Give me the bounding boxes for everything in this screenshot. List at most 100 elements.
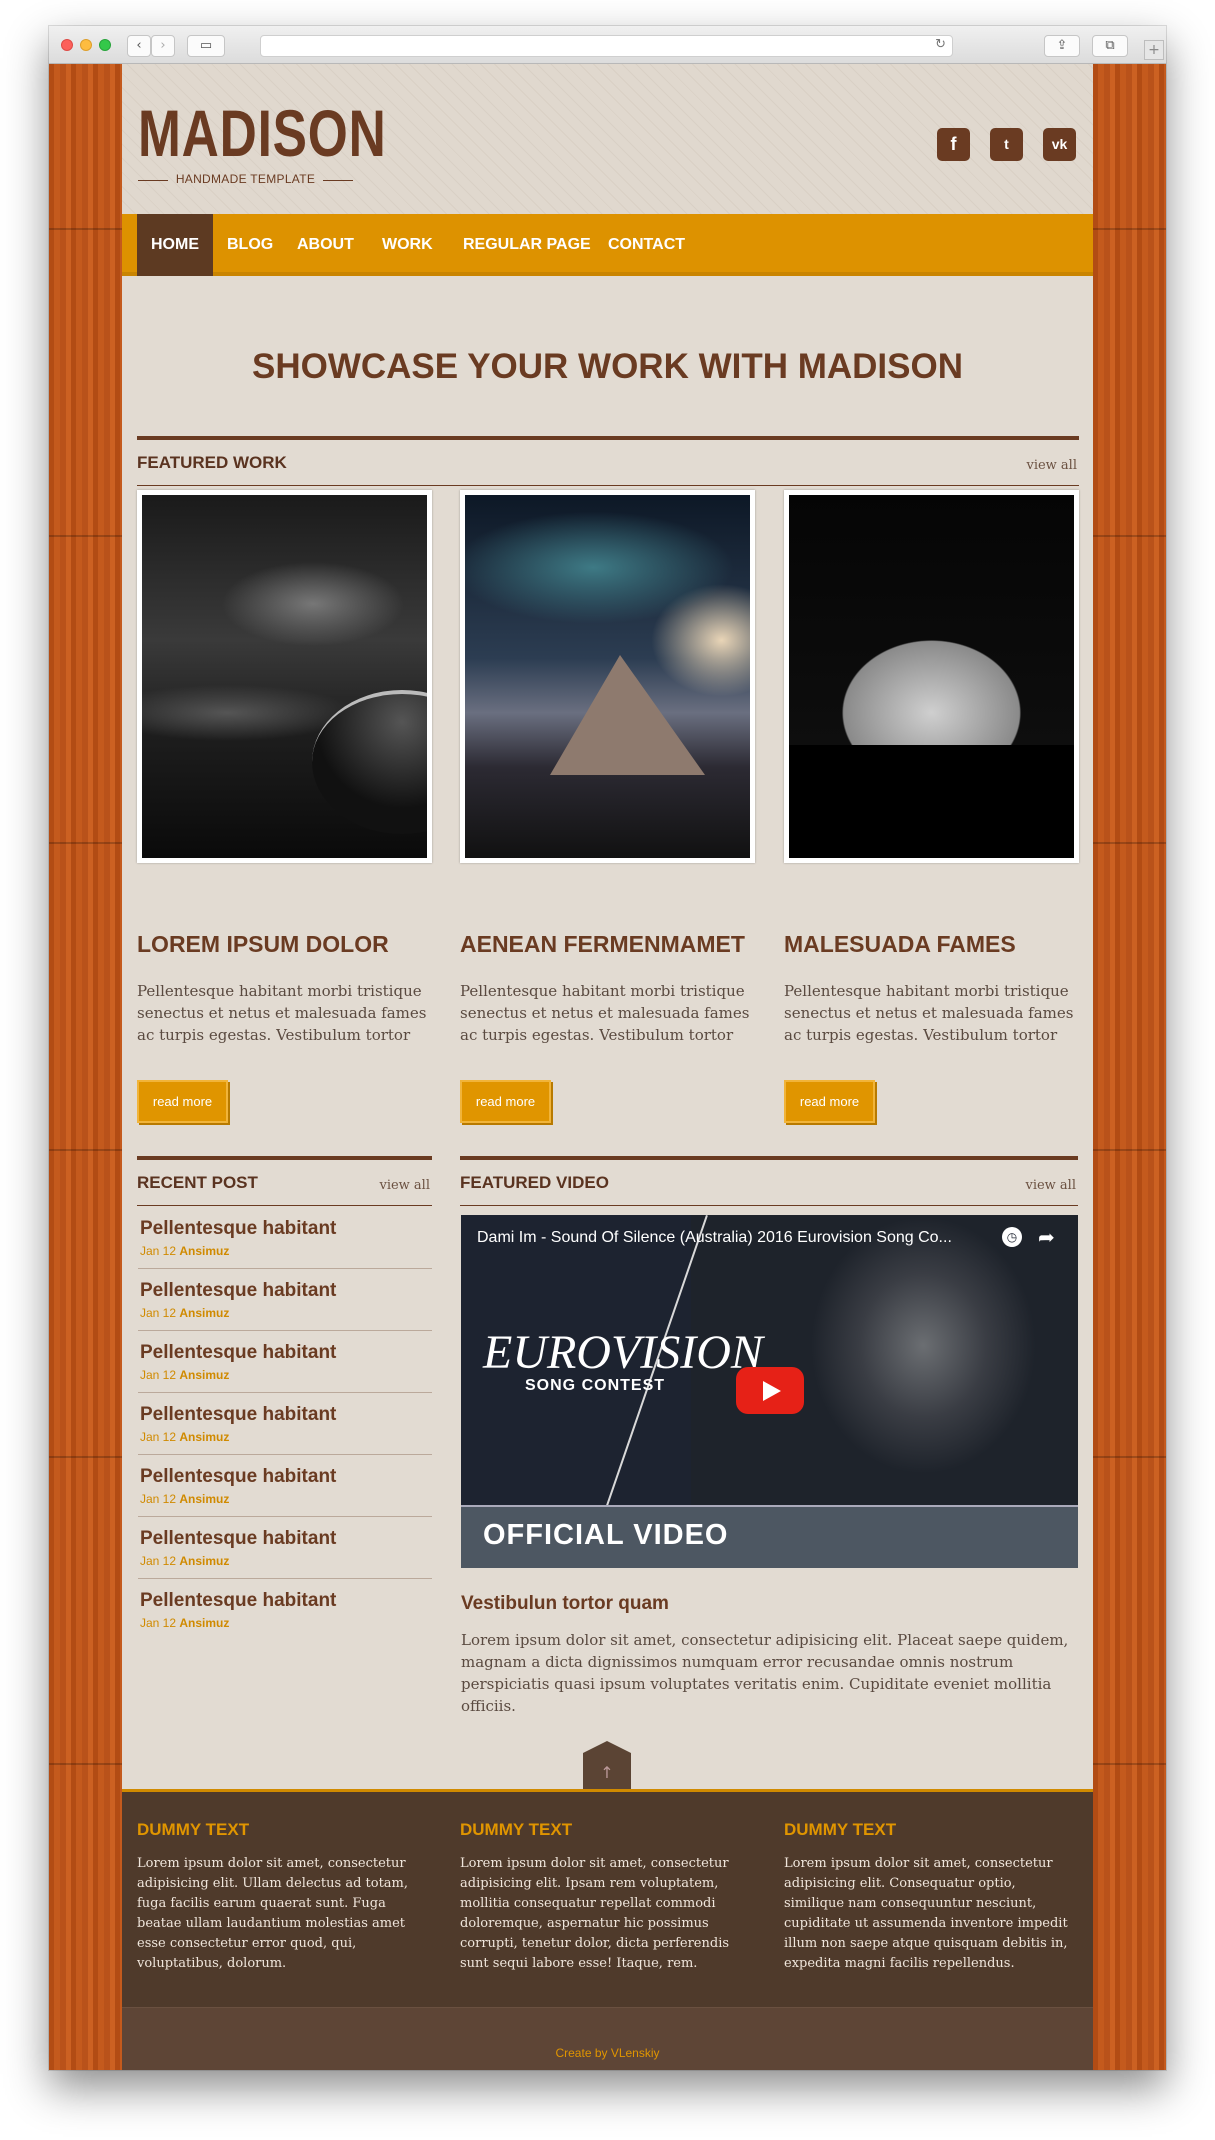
share-icon[interactable]: ➦ bbox=[1038, 1225, 1055, 1249]
post-date: Jan 12 bbox=[140, 1306, 177, 1320]
post-title[interactable]: Pellentesque habitant bbox=[140, 1590, 336, 1612]
post-author[interactable]: Ansimuz bbox=[179, 1554, 229, 1568]
copyright-bar bbox=[122, 2007, 1093, 2070]
post-title[interactable]: Pellentesque habitant bbox=[140, 1280, 336, 1302]
work-title-1[interactable]: LOREM IPSUM DOLOR bbox=[137, 931, 389, 958]
wood-panel-right bbox=[1093, 64, 1166, 2070]
nav-regular-page[interactable]: REGULAR PAGE bbox=[463, 214, 591, 276]
video-banner-text: OFFICIAL VIDEO bbox=[483, 1519, 729, 1551]
post-title[interactable]: Pellentesque habitant bbox=[140, 1404, 336, 1426]
post-author[interactable]: Ansimuz bbox=[179, 1306, 229, 1320]
new-tab-button[interactable]: + bbox=[1144, 40, 1164, 60]
work-image-1[interactable] bbox=[137, 490, 432, 863]
list-item[interactable]: Pellentesque habitant Jan 12 Ansimuz bbox=[138, 1579, 432, 1641]
sidebar-button[interactable]: ▭ bbox=[187, 35, 225, 57]
forward-icon: › bbox=[160, 38, 166, 53]
read-more-button-1[interactable]: read more bbox=[137, 1080, 228, 1123]
post-meta: Jan 12 Ansimuz bbox=[140, 1554, 229, 1568]
share-button[interactable]: ⇪ bbox=[1044, 35, 1080, 57]
post-title[interactable]: Pellentesque habitant bbox=[140, 1218, 336, 1240]
post-date: Jan 12 bbox=[140, 1616, 177, 1630]
post-date: Jan 12 bbox=[140, 1244, 177, 1258]
work-image-2[interactable] bbox=[460, 490, 755, 863]
work-photo-1 bbox=[142, 495, 427, 858]
vk-icon[interactable]: vk bbox=[1043, 128, 1076, 161]
nav-work[interactable]: WORK bbox=[382, 214, 433, 276]
post-title[interactable]: Pellentesque habitant bbox=[140, 1528, 336, 1550]
post-date: Jan 12 bbox=[140, 1492, 177, 1506]
list-item[interactable]: Pellentesque habitant Jan 12 Ansimuz bbox=[138, 1331, 432, 1393]
work-title-2[interactable]: AENEAN FERMENMAMET bbox=[460, 931, 745, 958]
eurovision-subtitle: SONG CONTEST bbox=[525, 1377, 666, 1394]
tabs-button[interactable]: ⧉ bbox=[1092, 35, 1128, 57]
hero-title: SHOWCASE YOUR WORK WITH MADISON bbox=[251, 347, 963, 386]
copyright-text[interactable]: Create by VLenskiy bbox=[122, 2046, 1093, 2060]
back-to-top-button[interactable]: ↑ bbox=[583, 1741, 631, 1789]
post-meta: Jan 12 Ansimuz bbox=[140, 1616, 229, 1630]
list-item[interactable]: Pellentesque habitant Jan 12 Ansimuz bbox=[138, 1455, 432, 1517]
post-author[interactable]: Ansimuz bbox=[179, 1430, 229, 1444]
work-title-3[interactable]: MALESUADA FAMES bbox=[784, 931, 1016, 958]
read-more-button-2[interactable]: read more bbox=[460, 1080, 551, 1123]
video-player[interactable]: Dami Im - Sound Of Silence (Australia) 2… bbox=[461, 1215, 1078, 1568]
featured-video-view-all-link[interactable]: view all bbox=[1025, 1178, 1076, 1193]
work-text-2: Pellentesque habitant morbi tristique se… bbox=[460, 982, 750, 1044]
video-title[interactable]: Dami Im - Sound Of Silence (Australia) 2… bbox=[477, 1229, 952, 1247]
site-tagline: HANDMADE TEMPLATE bbox=[138, 172, 353, 186]
featured-work-title: FEATURED WORK bbox=[137, 453, 287, 472]
nav-contact[interactable]: CONTACT bbox=[608, 214, 685, 276]
watch-later-icon[interactable]: ◷ bbox=[1002, 1227, 1022, 1247]
work-photo-3 bbox=[789, 495, 1074, 858]
list-item[interactable]: Pellentesque habitant Jan 12 Ansimuz bbox=[138, 1517, 432, 1579]
address-bar[interactable]: ↻ bbox=[260, 35, 953, 57]
eurovision-logo: EUROVISION bbox=[483, 1326, 763, 1379]
work-image-3[interactable] bbox=[784, 490, 1079, 863]
main-nav: HOME BLOG ABOUT WORK REGULAR PAGE CONTAC… bbox=[122, 214, 1093, 276]
nav-home[interactable]: HOME bbox=[137, 214, 213, 276]
post-author[interactable]: Ansimuz bbox=[179, 1368, 229, 1382]
browser-window: ‹ › ▭ ↻ ⇪ ⧉ + MADISON HANDMADE TEMPLATE … bbox=[49, 26, 1166, 2070]
post-author[interactable]: Ansimuz bbox=[179, 1244, 229, 1258]
post-title[interactable]: Pellentesque habitant bbox=[140, 1342, 336, 1364]
featured-work-view-all-link[interactable]: view all bbox=[1026, 458, 1077, 473]
list-item[interactable]: Pellentesque habitant Jan 12 Ansimuz bbox=[138, 1207, 432, 1269]
plus-icon: + bbox=[1148, 42, 1160, 58]
footer-title-3: DUMMY TEXT bbox=[784, 1820, 897, 1839]
footer-title-1: DUMMY TEXT bbox=[137, 1820, 250, 1839]
tabs-icon: ⧉ bbox=[1105, 38, 1115, 53]
featured-video-header: FEATURED VIDEO view all bbox=[460, 1156, 1078, 1206]
nav-blog[interactable]: BLOG bbox=[227, 214, 273, 276]
post-date: Jan 12 bbox=[140, 1430, 177, 1444]
back-button[interactable]: ‹ bbox=[127, 35, 151, 57]
facebook-icon[interactable]: f bbox=[937, 128, 970, 161]
post-author[interactable]: Ansimuz bbox=[179, 1492, 229, 1506]
site-header: MADISON HANDMADE TEMPLATE f t vk bbox=[122, 64, 1093, 214]
post-title[interactable]: Pellentesque habitant bbox=[140, 1466, 336, 1488]
play-button-icon[interactable] bbox=[736, 1367, 804, 1414]
back-icon: ‹ bbox=[136, 38, 142, 53]
twitter-icon[interactable]: t bbox=[990, 128, 1023, 161]
close-window-icon[interactable] bbox=[61, 39, 73, 51]
browser-toolbar: ‹ › ▭ ↻ ⇪ ⧉ + bbox=[49, 26, 1166, 64]
site-logo[interactable]: MADISON bbox=[138, 100, 387, 166]
minimize-window-icon[interactable] bbox=[80, 39, 92, 51]
wood-panel-left bbox=[49, 64, 122, 2070]
post-author[interactable]: Ansimuz bbox=[179, 1616, 229, 1630]
post-meta: Jan 12 Ansimuz bbox=[140, 1306, 229, 1320]
work-text-3: Pellentesque habitant morbi tristique se… bbox=[784, 982, 1074, 1044]
footer-text-2: Lorem ipsum dolor sit amet, consectetur … bbox=[460, 1856, 730, 1971]
forward-button[interactable]: › bbox=[151, 35, 175, 57]
work-photo-2 bbox=[465, 495, 750, 858]
reload-icon[interactable]: ↻ bbox=[935, 37, 946, 52]
post-date: Jan 12 bbox=[140, 1368, 177, 1382]
list-item[interactable]: Pellentesque habitant Jan 12 Ansimuz bbox=[138, 1393, 432, 1455]
footer-title-2: DUMMY TEXT bbox=[460, 1820, 573, 1839]
list-item[interactable]: Pellentesque habitant Jan 12 Ansimuz bbox=[138, 1269, 432, 1331]
nav-about[interactable]: ABOUT bbox=[297, 214, 354, 276]
video-caption-title: Vestibulun tortor quam bbox=[461, 1593, 669, 1614]
maximize-window-icon[interactable] bbox=[99, 39, 111, 51]
sidebar-icon: ▭ bbox=[199, 38, 213, 53]
recent-post-view-all-link[interactable]: view all bbox=[379, 1178, 430, 1193]
share-icon: ⇪ bbox=[1056, 38, 1068, 53]
read-more-button-3[interactable]: read more bbox=[784, 1080, 875, 1123]
